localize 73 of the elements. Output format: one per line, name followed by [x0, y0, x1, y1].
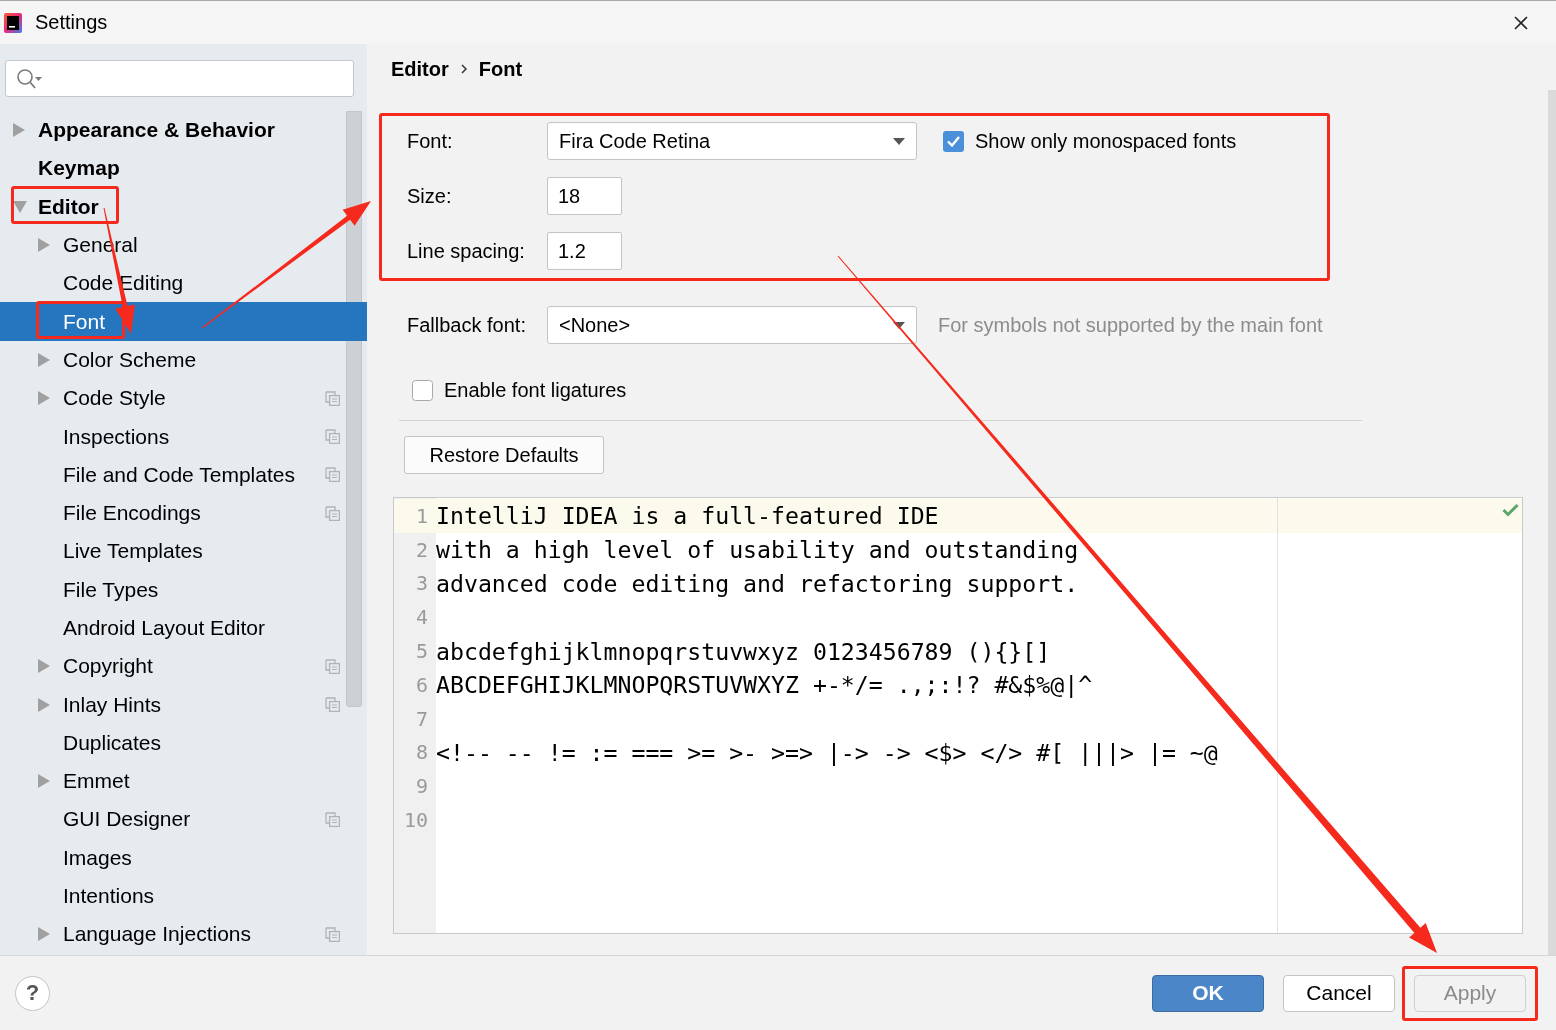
- collapsed-arrow-icon[interactable]: [38, 927, 50, 942]
- tree-item[interactable]: Live Templates: [0, 532, 367, 571]
- dialog-button[interactable]: OK: [1152, 974, 1264, 1012]
- line-spacing-field[interactable]: 1.2: [547, 232, 622, 270]
- line-number: 10: [402, 808, 429, 833]
- scrollbar-thumb[interactable]: [1548, 90, 1556, 955]
- chevron-right-icon: [460, 64, 467, 74]
- collapsed-arrow-icon[interactable]: [38, 352, 50, 367]
- line-number: 3: [414, 571, 429, 596]
- line-number: 1: [414, 503, 429, 528]
- tree-item[interactable]: Keymap: [0, 149, 367, 188]
- tree-item[interactable]: Intentions: [0, 876, 367, 916]
- tree-item[interactable]: Color Scheme: [0, 340, 367, 380]
- field-label: Line spacing:: [407, 239, 526, 263]
- line-number: 9: [414, 774, 429, 799]
- tree-item[interactable]: Language Injections: [0, 915, 367, 954]
- dialog-button[interactable]: Cancel: [1283, 974, 1395, 1012]
- tree-item[interactable]: Font: [0, 302, 367, 341]
- collapsed-arrow-icon[interactable]: [38, 697, 50, 712]
- collapsed-arrow-icon[interactable]: [38, 774, 50, 789]
- expanded-arrow-icon[interactable]: [13, 200, 27, 213]
- close-icon: [1514, 15, 1528, 30]
- tree-item[interactable]: File Types: [0, 570, 367, 609]
- field-label: Fallback font:: [407, 313, 527, 337]
- breadcrumb-item: Editor: [391, 57, 449, 81]
- code-text: ABCDEFGHIJKLMNOPQRSTUVWXYZ +-*/= .,;:!? #&$%@|^: [436, 671, 1093, 699]
- fallback-font-combobox[interactable]: <None>: [547, 306, 917, 344]
- checkmark-icon: [1502, 503, 1519, 517]
- ligatures-checkbox[interactable]: Enable font ligatures: [412, 379, 627, 401]
- field-label: Size:: [407, 184, 453, 208]
- collapsed-arrow-icon[interactable]: [38, 238, 50, 253]
- close-button[interactable]: [1514, 15, 1528, 30]
- tree-item[interactable]: Android Layout Editor: [0, 608, 367, 648]
- code-text: with a high level of usability and outstanding: [436, 536, 1079, 564]
- code-text: IntelliJ IDEA is a full-featured IDE: [436, 502, 939, 530]
- tree-item[interactable]: Code Style: [0, 379, 367, 418]
- tree-item[interactable]: GUI Designer: [0, 800, 367, 839]
- line-number: 2: [414, 537, 429, 562]
- line-number: 8: [414, 740, 429, 765]
- line-number: 7: [414, 706, 429, 731]
- field-label: Font:: [407, 129, 454, 153]
- code-text: abcdefghijklmnopqrstuvwxyz 0123456789 (){}[]: [436, 637, 1051, 665]
- monospaced-checkbox[interactable]: Show only monospaced fonts: [943, 129, 1237, 153]
- collapsed-arrow-icon[interactable]: [13, 123, 25, 138]
- size-field[interactable]: 18: [547, 177, 622, 215]
- line-number: 4: [414, 605, 429, 630]
- app-logo-icon: [4, 12, 22, 33]
- collapsed-arrow-icon[interactable]: [38, 659, 50, 674]
- hint-text: For symbols not supported by the main font: [938, 313, 1323, 337]
- dropdown-caret-icon: [893, 137, 905, 145]
- search-field[interactable]: [5, 60, 354, 97]
- restore-defaults-button[interactable]: Restore Defaults: [404, 436, 604, 474]
- code-text: <!-- -- != := === >= >- >=> |-> -> <$> </> #[ |||> |= ~@: [436, 738, 1218, 766]
- code-text: advanced code editing and refactoring support.: [436, 570, 1079, 597]
- tree-item[interactable]: Inlay Hints: [0, 685, 367, 724]
- tree-item[interactable]: Duplicates: [0, 723, 367, 763]
- line-number: 5: [414, 639, 429, 664]
- breadcrumb-item: Font: [478, 57, 523, 81]
- line-number: 6: [414, 672, 429, 697]
- window-title: Settings: [35, 11, 108, 34]
- tree-item[interactable]: Editor: [0, 187, 367, 226]
- tree-item[interactable]: Emmet: [0, 762, 367, 801]
- tree-item[interactable]: File Encodings: [0, 493, 367, 533]
- search-icon: [16, 67, 42, 90]
- tree-item[interactable]: Inspections: [0, 417, 367, 456]
- help-button[interactable]: ?: [15, 975, 50, 1011]
- tree-item[interactable]: Copyright: [0, 647, 367, 686]
- tree-item[interactable]: Appearance & Behavior: [0, 111, 367, 150]
- font-combobox[interactable]: Fira Code Retina: [547, 122, 917, 160]
- collapsed-arrow-icon[interactable]: [38, 391, 50, 406]
- scrollbar-thumb[interactable]: [346, 111, 362, 707]
- tree-item[interactable]: Images: [0, 838, 367, 877]
- tree-item[interactable]: File and Code Templates: [0, 455, 367, 494]
